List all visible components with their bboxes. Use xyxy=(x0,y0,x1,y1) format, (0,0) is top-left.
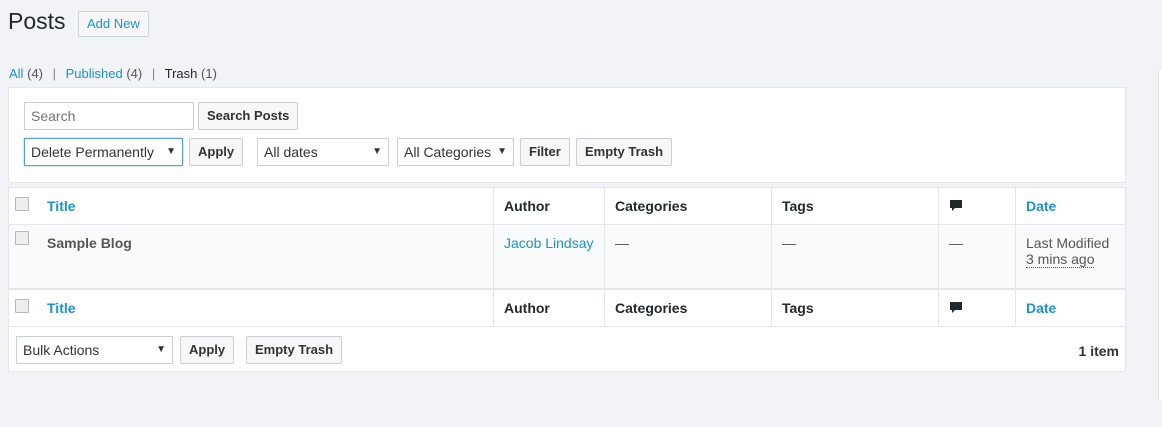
sort-date-link[interactable]: Date xyxy=(1026,198,1056,214)
row-tags-cell: — xyxy=(772,225,939,288)
filter-published-link[interactable]: Published xyxy=(66,66,123,81)
column-categories-label: Categories xyxy=(615,300,688,316)
search-posts-button[interactable]: Search Posts xyxy=(198,102,299,130)
categories-value: — xyxy=(615,235,629,251)
select-all-cell xyxy=(9,188,39,224)
posts-table: Title Author Categories Tags Date Sample… xyxy=(8,187,1126,372)
comments-value: — xyxy=(949,235,963,251)
apply-button[interactable]: Apply xyxy=(189,138,244,166)
column-title: Title xyxy=(39,188,494,224)
table-footer-row: Title Author Categories Tags Date xyxy=(9,289,1125,326)
bulk-action-selected: Delete Permanently xyxy=(31,144,154,160)
sort-title-link-footer[interactable]: Title xyxy=(47,300,76,316)
column-author-label: Author xyxy=(504,300,550,316)
page-title: Posts xyxy=(8,8,66,34)
column-tags-label: Tags xyxy=(782,198,814,214)
category-filter-select[interactable]: All Categories ▼ xyxy=(397,138,514,166)
column-categories-label: Categories xyxy=(615,198,688,214)
empty-trash-button[interactable]: Empty Trash xyxy=(576,138,673,166)
sort-date-link-footer[interactable]: Date xyxy=(1026,300,1056,316)
tags-value: — xyxy=(782,235,796,251)
select-all-cell xyxy=(9,290,39,326)
comment-icon xyxy=(950,302,962,313)
column-author: Author xyxy=(494,290,605,326)
column-categories: Categories xyxy=(605,188,772,224)
table-row: Sample Blog Jacob Lindsay — — — Last Mod… xyxy=(9,225,1125,289)
author-link[interactable]: Jacob Lindsay xyxy=(504,235,594,251)
date-filter-selected: All dates xyxy=(264,144,318,160)
column-tags: Tags xyxy=(772,290,939,326)
column-author: Author xyxy=(494,188,605,224)
column-tags-label: Tags xyxy=(782,300,814,316)
search-input[interactable] xyxy=(24,102,194,130)
date-info: Last Modified 3 mins ago xyxy=(1026,235,1110,268)
table-header-row: Title Author Categories Tags Date xyxy=(9,188,1125,225)
row-title-cell: Sample Blog xyxy=(39,225,494,288)
filter-trash-current[interactable]: Trash xyxy=(165,66,198,81)
add-new-button[interactable]: Add New xyxy=(78,11,149,37)
empty-trash-button-bottom[interactable]: Empty Trash xyxy=(246,336,343,364)
bulk-actions-select[interactable]: Bulk Actions ▼ xyxy=(16,336,173,364)
row-checkbox[interactable] xyxy=(15,231,29,245)
apply-button-bottom[interactable]: Apply xyxy=(180,336,235,364)
row-author-cell: Jacob Lindsay xyxy=(494,225,605,288)
sort-title-link[interactable]: Title xyxy=(47,198,76,214)
status-filter-links: All (4) | Published (4) | Trash (1) xyxy=(9,66,217,81)
bottom-toolbar: Bulk Actions ▼ Apply Empty Trash 1 item xyxy=(9,326,1125,371)
post-title[interactable]: Sample Blog xyxy=(47,235,132,251)
item-count: 1 item xyxy=(1078,343,1119,359)
dropdown-arrow-icon: ▼ xyxy=(156,344,166,355)
select-all-checkbox[interactable] xyxy=(15,197,29,211)
filter-button[interactable]: Filter xyxy=(520,138,570,166)
column-date: Date xyxy=(1016,290,1125,326)
bulk-actions-selected: Bulk Actions xyxy=(23,342,100,358)
column-title: Title xyxy=(39,290,494,326)
select-all-checkbox-footer[interactable] xyxy=(15,299,29,313)
column-tags: Tags xyxy=(772,188,939,224)
column-comments xyxy=(939,290,1016,326)
separator: | xyxy=(52,66,56,81)
filter-all-count: (4) xyxy=(27,66,43,81)
column-date: Date xyxy=(1016,188,1125,224)
dropdown-arrow-icon: ▼ xyxy=(497,146,507,157)
separator: | xyxy=(151,66,156,81)
column-author-label: Author xyxy=(504,198,550,214)
category-filter-selected: All Categories xyxy=(404,144,492,160)
bulk-action-select[interactable]: Delete Permanently ▼ xyxy=(24,138,183,166)
row-checkbox-cell xyxy=(9,225,39,288)
filter-all-link[interactable]: All xyxy=(9,66,23,81)
filter-published-count: (4) xyxy=(126,66,143,81)
date-filter-select[interactable]: All dates ▼ xyxy=(257,138,389,166)
row-comments-cell: — xyxy=(939,225,1016,288)
row-categories-cell: — xyxy=(605,225,772,288)
filter-panel: Search Posts Delete Permanently ▼ Apply … xyxy=(8,87,1126,183)
dropdown-arrow-icon: ▼ xyxy=(166,146,176,157)
filter-trash-count: (1) xyxy=(201,66,217,81)
row-date-cell: Last Modified 3 mins ago xyxy=(1016,225,1125,288)
dropdown-arrow-icon: ▼ xyxy=(372,146,382,157)
date-status: Last Modified xyxy=(1026,235,1110,251)
column-comments xyxy=(939,188,1016,224)
scrollbar-track[interactable] xyxy=(1158,70,1162,400)
date-value: 3 mins ago xyxy=(1026,251,1095,268)
comment-icon xyxy=(950,200,962,211)
column-categories: Categories xyxy=(605,290,772,326)
